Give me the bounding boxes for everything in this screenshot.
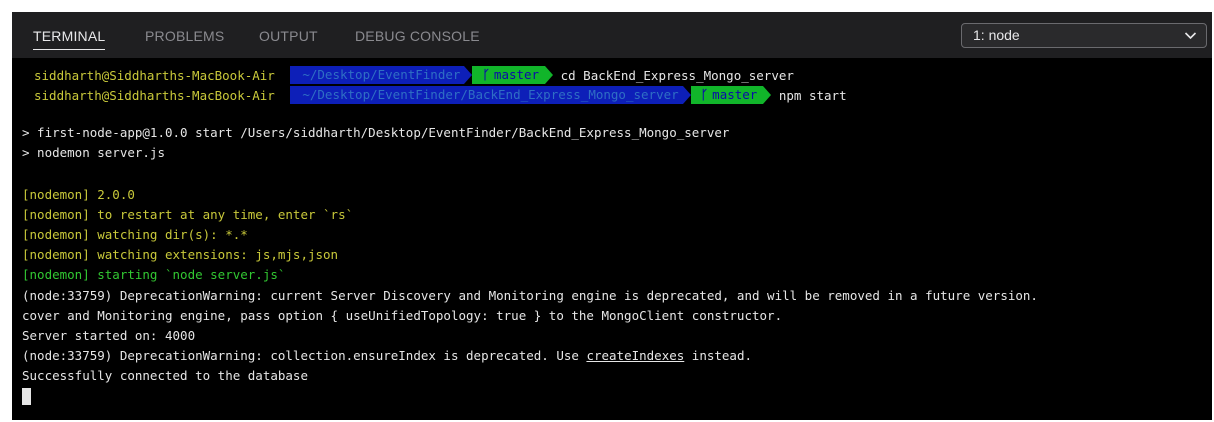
- terminal-panel: TERMINAL PROBLEMS OUTPUT DEBUG CONSOLE 1…: [12, 12, 1212, 420]
- prompt-path: ~/Desktop/EventFinder/BackEnd_Express_Mo…: [290, 86, 683, 104]
- prompt-line: siddharth@Siddharths-MacBook-Air ~/Deskt…: [34, 66, 794, 86]
- nodemon-line: [nodemon] starting `node server.js`: [22, 267, 286, 282]
- output-line: > first-node-app@1.0.0 start /Users/sidd…: [22, 125, 730, 140]
- terminal-select[interactable]: 1: node: [961, 23, 1207, 48]
- tab-terminal[interactable]: TERMINAL: [33, 12, 106, 58]
- warning-line: (node:33759) DeprecationWarning: current…: [22, 288, 1038, 303]
- branch-icon: ᚴ: [482, 67, 490, 82]
- output-line: Successfully connected to the database: [22, 368, 308, 383]
- command-text: npm start: [778, 88, 847, 103]
- terminal-select-value: 1: node: [973, 27, 1020, 43]
- chevron-down-icon: [1184, 32, 1197, 40]
- nodemon-line: [nodemon] to restart at any time, enter …: [22, 207, 354, 222]
- prompt-user: siddharth@Siddharths-MacBook-Air: [34, 88, 275, 103]
- output-line: > nodemon server.js: [22, 145, 165, 160]
- output-line: Server started on: 4000: [22, 328, 196, 343]
- prompt-branch: ᚴ master: [472, 66, 546, 84]
- tab-problems[interactable]: PROBLEMS: [145, 12, 224, 58]
- warning-line: (node:33759) DeprecationWarning: collect…: [22, 348, 753, 363]
- terminal-cursor: [22, 388, 31, 405]
- prompt-user: siddharth@Siddharths-MacBook-Air: [34, 68, 275, 83]
- tab-debug-console[interactable]: DEBUG CONSOLE: [355, 12, 480, 58]
- nodemon-line: [nodemon] watching dir(s): *.*: [22, 227, 248, 242]
- warning-line: cover and Monitoring engine, pass option…: [22, 308, 783, 323]
- terminal-output[interactable]: siddharth@Siddharths-MacBook-Air ~/Deskt…: [12, 62, 1212, 420]
- prompt-line: siddharth@Siddharths-MacBook-Air ~/Deskt…: [34, 86, 847, 106]
- prompt-branch: ᚴ master: [690, 86, 764, 104]
- nodemon-line: [nodemon] 2.0.0: [22, 187, 135, 202]
- create-indexes-link[interactable]: createIndexes: [586, 348, 684, 363]
- command-text: cd BackEnd_Express_Mongo_server: [560, 68, 794, 83]
- nodemon-line: [nodemon] watching extensions: js,mjs,js…: [22, 247, 339, 262]
- tab-output[interactable]: OUTPUT: [259, 12, 318, 58]
- prompt-path: ~/Desktop/EventFinder: [290, 66, 465, 84]
- panel-tab-bar: TERMINAL PROBLEMS OUTPUT DEBUG CONSOLE 1…: [12, 12, 1212, 58]
- branch-icon: ᚴ: [700, 87, 709, 102]
